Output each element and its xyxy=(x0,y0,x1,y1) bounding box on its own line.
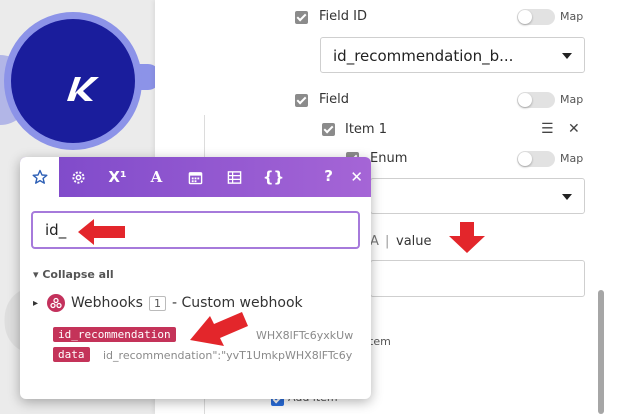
field-id-map-toggle[interactable] xyxy=(517,9,555,25)
popup-tab-bar: X¹ A {} ? ✕ xyxy=(20,157,371,197)
enum-map-label: Map xyxy=(560,152,584,165)
value-label: value xyxy=(396,234,432,249)
field-label: Field xyxy=(319,92,350,107)
item-1-label: Item 1 xyxy=(345,122,387,137)
text-icon: A xyxy=(150,168,163,186)
enum-select[interactable] xyxy=(370,178,585,214)
superscript-icon: X¹ xyxy=(108,168,127,186)
remove-item-icon[interactable]: ✕ xyxy=(568,121,580,137)
panel-scrollbar[interactable] xyxy=(598,290,604,414)
collapse-all-label: Collapse all xyxy=(42,268,114,281)
chevron-down-icon xyxy=(562,194,572,200)
tab-array-functions[interactable] xyxy=(215,157,254,197)
tab-json-functions[interactable]: {} xyxy=(254,157,293,197)
red-arrow-down-icon xyxy=(449,222,485,253)
module-tree-node[interactable]: ▸ Webhooks 1 - Custom webhook xyxy=(33,294,303,312)
tab-math-functions[interactable]: X¹ xyxy=(98,157,137,197)
drag-handle-icon[interactable]: ☰ xyxy=(541,121,554,137)
module-circle[interactable] xyxy=(4,12,142,150)
braces-icon: {} xyxy=(262,168,285,186)
module-name: Webhooks xyxy=(71,295,143,311)
field-id-select-value: id_recommendation_b... xyxy=(333,47,514,65)
module-description: - Custom webhook xyxy=(171,295,303,311)
kombo-logo-icon xyxy=(67,77,99,101)
field-id-select[interactable]: id_recommendation_b... xyxy=(320,37,585,73)
text-type-icon: A xyxy=(370,234,379,249)
chevron-down-icon xyxy=(562,53,572,59)
module-count-badge: 1 xyxy=(148,295,166,311)
separator: | xyxy=(385,234,390,249)
gear-icon xyxy=(72,170,85,184)
field-checkbox[interactable] xyxy=(295,94,308,107)
partial-label: tem xyxy=(369,335,391,348)
close-icon[interactable]: ✕ xyxy=(350,168,363,186)
item-1-checkbox[interactable] xyxy=(322,123,335,136)
field-id-map-label: Map xyxy=(560,10,584,23)
calendar-icon xyxy=(188,171,203,184)
field-map-label: Map xyxy=(560,93,584,106)
variable-pill-id-recommendation[interactable]: id_recommendation xyxy=(53,327,176,342)
tab-general-functions[interactable] xyxy=(59,157,98,197)
tab-text-functions[interactable]: A xyxy=(137,157,176,197)
enum-label: Enum xyxy=(370,151,408,166)
star-icon xyxy=(32,169,47,184)
help-icon[interactable]: ? xyxy=(324,167,333,185)
tab-favorites[interactable] xyxy=(20,157,59,197)
table-icon xyxy=(227,170,242,184)
red-arrow-pointer-icon xyxy=(190,312,248,346)
variable-pill-data[interactable]: data xyxy=(53,347,90,362)
field-id-label: Field ID xyxy=(319,9,367,24)
field-map-toggle[interactable] xyxy=(517,92,555,108)
tab-date-functions[interactable] xyxy=(176,157,215,197)
variable-value: WHX8lFTc6yxkUw xyxy=(256,329,354,342)
value-input[interactable] xyxy=(370,260,585,297)
enum-map-toggle[interactable] xyxy=(517,151,555,167)
mapping-popup: X¹ A {} ? ✕ ▾ Collapse all ▸ xyxy=(20,157,371,399)
field-id-checkbox[interactable] xyxy=(295,11,308,24)
collapse-all-toggle[interactable]: ▾ Collapse all xyxy=(33,268,114,281)
tree-expand-icon: ▸ xyxy=(33,297,39,309)
webhook-icon xyxy=(47,294,66,312)
caret-down-icon: ▾ xyxy=(33,268,43,281)
red-arrow-left-icon xyxy=(78,219,125,245)
